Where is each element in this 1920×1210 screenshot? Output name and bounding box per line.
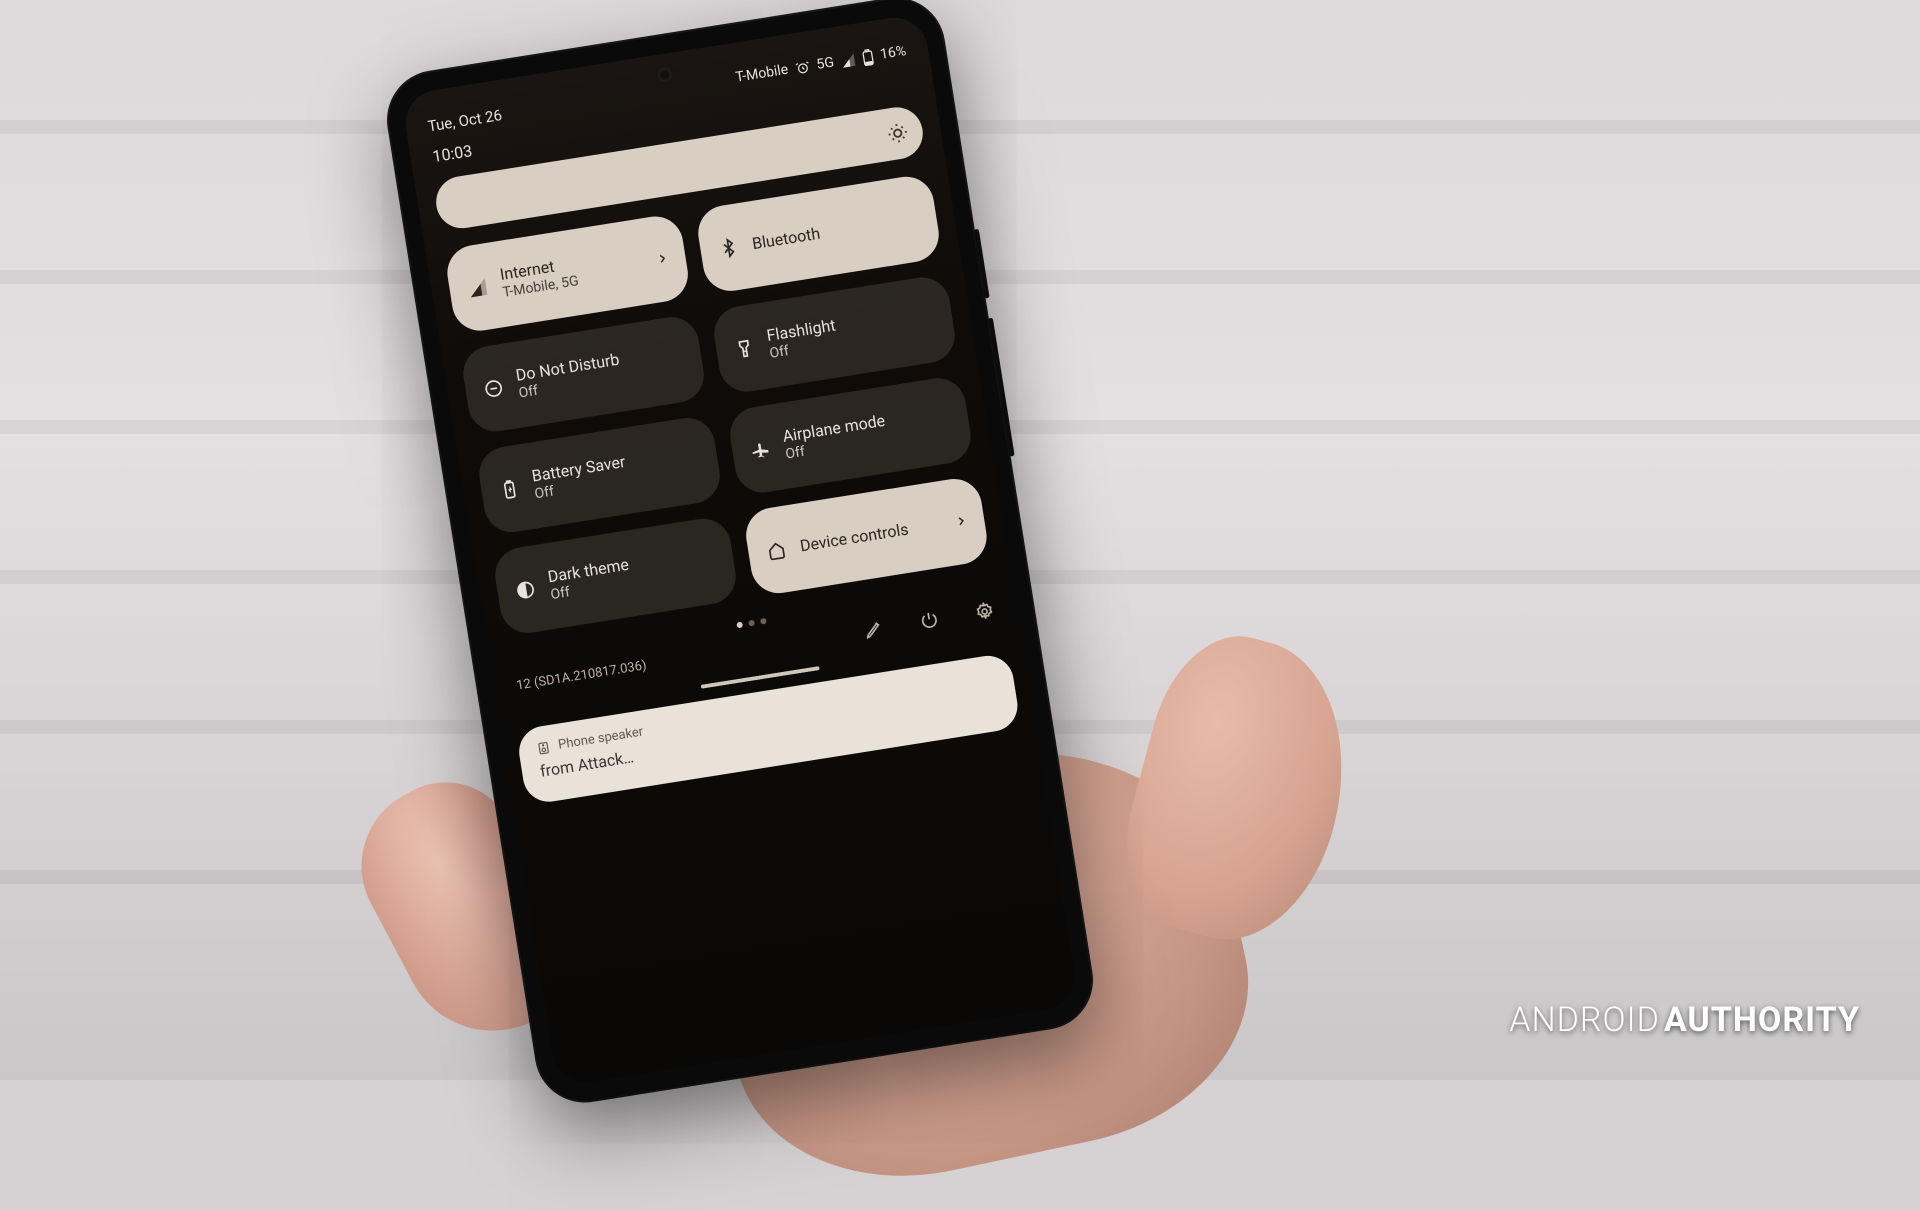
- bluetooth-icon: [717, 237, 740, 260]
- signal-icon: [840, 51, 857, 68]
- battery-icon: [861, 48, 875, 67]
- gear-icon[interactable]: [973, 600, 996, 623]
- darktheme-icon: [514, 579, 537, 602]
- brightness-icon: [885, 121, 910, 146]
- status-battery: 16%: [879, 43, 907, 63]
- chevron-right-icon: [953, 513, 969, 529]
- battery-icon: [498, 478, 521, 501]
- tile-bluetooth[interactable]: Bluetooth: [694, 173, 943, 295]
- flashlight-icon: [733, 337, 756, 360]
- tile-device-controls[interactable]: Device controls: [742, 475, 991, 597]
- dnd-icon: [482, 377, 505, 400]
- watermark: ANDROIDAUTHORITY: [1509, 1000, 1860, 1040]
- airplane-icon: [749, 438, 772, 461]
- tile-title: Device controls: [799, 520, 910, 557]
- edit-icon[interactable]: [863, 618, 886, 641]
- power-icon[interactable]: [918, 609, 941, 632]
- status-carrier: T-Mobile: [734, 62, 789, 86]
- chevron-right-icon: [654, 251, 670, 267]
- tile-flashlight[interactable]: FlashlightOff: [710, 273, 959, 395]
- status-network: 5G: [815, 54, 835, 73]
- tile-dark-theme[interactable]: Dark themeOff: [491, 515, 740, 637]
- tile-battery-saver[interactable]: Battery SaverOff: [475, 414, 724, 536]
- tile-internet[interactable]: InternetT-Mobile, 5G: [443, 212, 692, 334]
- speaker-icon: [535, 740, 551, 756]
- tile-dnd[interactable]: Do Not DisturbOff: [459, 313, 708, 435]
- alarm-icon: [794, 59, 811, 76]
- tile-title: Bluetooth: [751, 224, 822, 254]
- quick-settings-grid: InternetT-Mobile, 5G Bluetooth Do Not Dist…: [426, 170, 1009, 640]
- signal-icon: [466, 276, 489, 299]
- home-icon: [765, 539, 788, 562]
- tile-airplane[interactable]: Airplane modeOff: [726, 374, 975, 496]
